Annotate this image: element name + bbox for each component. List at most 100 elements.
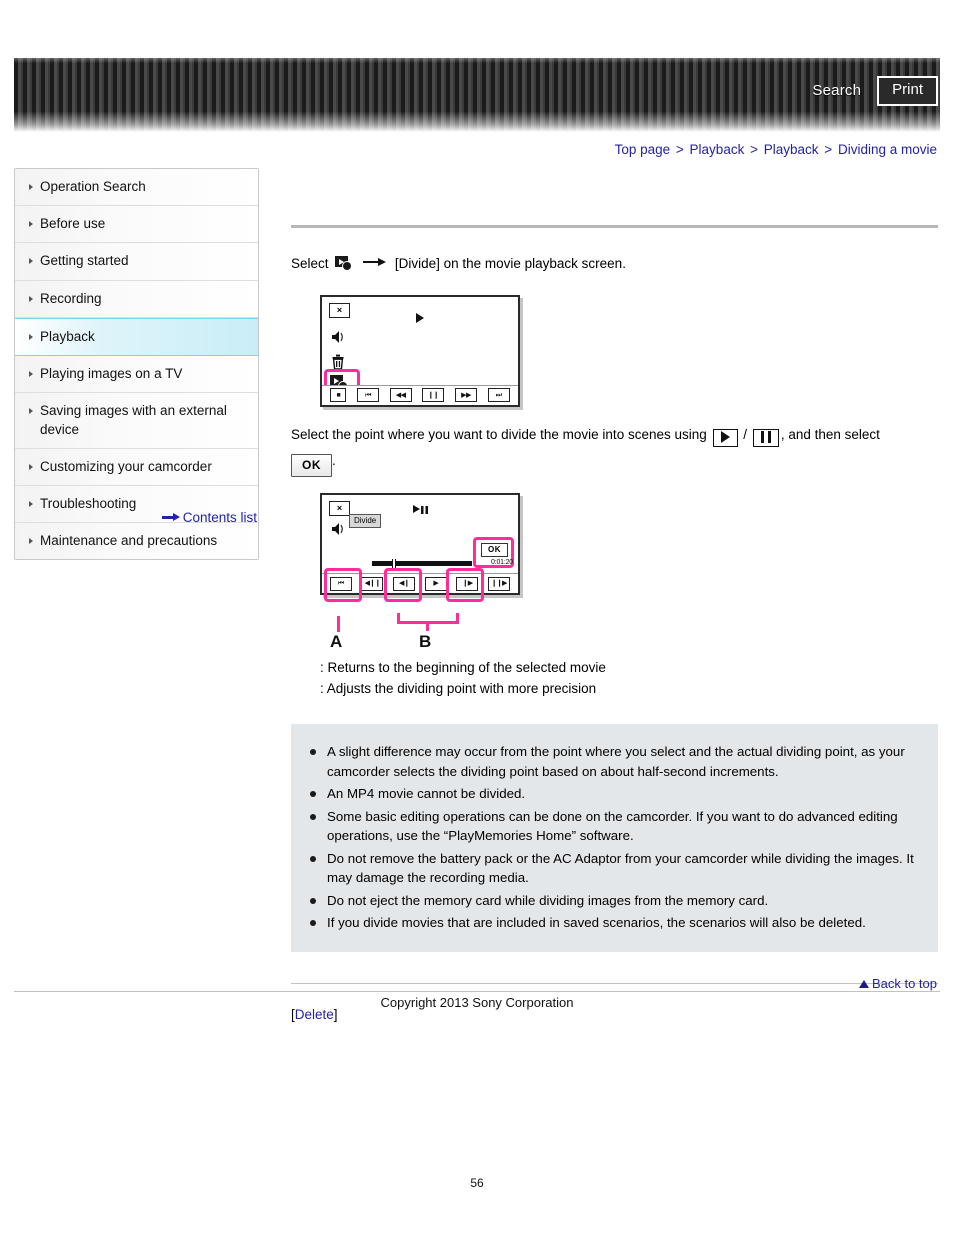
chevron-right-icon bbox=[29, 500, 33, 507]
callout-letter-a: A bbox=[330, 632, 343, 652]
sidebar-item-label: Before use bbox=[40, 216, 106, 232]
header-banner bbox=[14, 58, 940, 132]
divide-icon bbox=[335, 256, 353, 271]
arrow-right-icon bbox=[161, 513, 180, 521]
step-2-part-2: , and then select bbox=[780, 426, 880, 442]
play-button[interactable]: ▶ bbox=[424, 576, 447, 591]
chevron-right-icon bbox=[29, 371, 33, 378]
playback-control-bar-2: ⏮ ◀❙❙ ◀❙ ▶ ❙▶ ❙❙▶ bbox=[322, 573, 518, 594]
main-content: Select [Divide] on the movie playback sc… bbox=[291, 168, 938, 1022]
note-item: A slight difference may occur from the p… bbox=[309, 742, 916, 781]
breadcrumb-separator: > bbox=[675, 142, 684, 157]
chevron-right-icon bbox=[29, 538, 33, 545]
note-item: Do not eject the memory card while divid… bbox=[309, 891, 916, 911]
chevron-right-icon bbox=[29, 221, 33, 228]
pause-button[interactable]: ❙❙ bbox=[422, 388, 445, 403]
print-button[interactable]: Print bbox=[877, 76, 938, 106]
legend-item-b: : Adjusts the dividing point with more p… bbox=[320, 681, 597, 697]
triangle-up-icon bbox=[858, 980, 869, 988]
breadcrumb-item-playback-2[interactable]: Playback bbox=[764, 142, 819, 157]
note-item: Do not remove the battery pack or the AC… bbox=[309, 849, 916, 888]
sidebar-item-customizing-your-camcorder[interactable]: Customizing your camcorder bbox=[15, 448, 258, 486]
step-1-prefix: Select bbox=[291, 256, 329, 271]
chevron-right-icon bbox=[29, 295, 33, 302]
contents-list-label: Contents list bbox=[182, 510, 257, 525]
callout-leader-b-left-stub bbox=[397, 613, 400, 625]
divide-point-marker bbox=[392, 559, 396, 569]
pause-key-icon bbox=[752, 428, 779, 448]
breadcrumb-item-dividing-a-movie[interactable]: Dividing a movie bbox=[838, 142, 937, 157]
sidebar-item-label: Maintenance and precautions bbox=[40, 533, 218, 549]
sidebar-item-label: Operation Search bbox=[40, 179, 146, 194]
playback-control-bar-1: ■ ⏮ ◀◀ ❙❙ ▶▶ ⏭ bbox=[322, 384, 518, 405]
sidebar-item-operation-search[interactable]: Operation Search bbox=[15, 169, 258, 207]
sidebar-item-recording[interactable]: Recording bbox=[15, 280, 258, 318]
sidebar-navigation: Operation Search Before use Getting star… bbox=[14, 168, 259, 561]
sidebar-item-getting-started[interactable]: Getting started bbox=[15, 243, 258, 281]
step-back-large-button[interactable]: ◀❙❙ bbox=[361, 576, 384, 591]
content-top-divider bbox=[291, 225, 938, 228]
note-item: An MP4 movie cannot be divided. bbox=[309, 784, 916, 804]
step-2-instruction: Select the point where you want to divid… bbox=[291, 422, 938, 477]
trash-icon[interactable] bbox=[331, 354, 345, 370]
playback-timeline[interactable] bbox=[372, 559, 472, 569]
breadcrumb-separator: > bbox=[824, 142, 833, 157]
ok-button[interactable]: OK bbox=[481, 543, 508, 558]
chevron-right-icon bbox=[29, 463, 33, 470]
notes-box: A slight difference may occur from the p… bbox=[291, 724, 938, 952]
next-button[interactable]: ⏭ bbox=[487, 388, 510, 403]
step-forward-fine-button[interactable]: ❙▶ bbox=[456, 576, 479, 591]
breadcrumb-separator: > bbox=[750, 142, 758, 157]
play-key-icon bbox=[712, 428, 738, 448]
fast-forward-button[interactable]: ▶▶ bbox=[454, 388, 477, 403]
chevron-right-icon bbox=[29, 408, 33, 415]
breadcrumb-item-playback-1[interactable]: Playback bbox=[690, 142, 745, 157]
notes-list: A slight difference may occur from the p… bbox=[309, 742, 916, 933]
ok-key-icon: OK bbox=[291, 453, 332, 477]
sidebar-item-before-use[interactable]: Before use bbox=[15, 206, 258, 244]
sidebar-item-playing-images-on-a-tv[interactable]: Playing images on a TV bbox=[15, 356, 258, 394]
page-number: 56 bbox=[470, 1176, 484, 1190]
figure-legend: : Returns to the beginning of the select… bbox=[320, 658, 938, 700]
chevron-right-icon bbox=[29, 258, 33, 265]
volume-icon[interactable] bbox=[331, 330, 345, 344]
header-actions: Search Print bbox=[812, 76, 938, 106]
callout-leader-b-right-stub bbox=[456, 613, 459, 625]
sidebar-item-saving-images-external-device[interactable]: Saving images with an external device bbox=[15, 393, 258, 449]
step-1-instruction: Select [Divide] on the movie playback sc… bbox=[291, 254, 938, 275]
contents-list-link[interactable]: Contents list bbox=[161, 510, 257, 525]
figure-movie-playback-screen: × ■ ⏮ ◀◀ ❙❙ ▶▶ ⏭ bbox=[291, 294, 938, 407]
content-bottom-divider bbox=[291, 982, 938, 984]
rewind-button[interactable]: ◀◀ bbox=[389, 388, 412, 403]
note-item: Some basic editing operations can be don… bbox=[309, 807, 916, 846]
volume-icon[interactable] bbox=[331, 522, 345, 536]
note-item: If you divide movies that are included i… bbox=[309, 913, 916, 933]
sidebar-item-label: Playback bbox=[40, 328, 95, 344]
sidebar-item-label: Recording bbox=[40, 290, 102, 306]
lcd-screen-2: × Divide OK 0:01:20 ⏮ ◀❙❙ ◀❙ ▶ ❙▶ ❙❙▶ bbox=[320, 493, 520, 603]
figure-divide-point-screen: × Divide OK 0:01:20 ⏮ ◀❙❙ ◀❙ ▶ ❙▶ ❙❙▶ A … bbox=[291, 493, 938, 651]
callout-leader-a bbox=[337, 616, 340, 633]
footer-divider bbox=[14, 991, 940, 992]
breadcrumb-item-top-page[interactable]: Top page bbox=[615, 142, 671, 157]
beginning-button[interactable]: ⏮ bbox=[329, 576, 352, 591]
step-forward-large-button[interactable]: ❙❙▶ bbox=[488, 576, 511, 591]
divide-mode-label: Divide bbox=[349, 514, 382, 528]
chevron-right-icon bbox=[29, 184, 33, 190]
contents-list-link-wrapper: Contents list bbox=[14, 510, 257, 525]
sidebar-item-label: Getting started bbox=[40, 253, 129, 269]
step-2-part-1: Select the point where you want to divid… bbox=[291, 426, 707, 442]
back-to-top-link[interactable]: Back to top bbox=[858, 976, 937, 991]
sidebar-item-maintenance-and-precautions[interactable]: Maintenance and precautions bbox=[15, 523, 258, 560]
previous-button[interactable]: ⏮ bbox=[356, 388, 379, 403]
breadcrumb: Top page > Playback > Playback > Dividin… bbox=[615, 142, 937, 157]
callout-leader-b-drop bbox=[426, 621, 429, 632]
timecode-label: 0:01:20 bbox=[491, 559, 513, 567]
step-1-suffix: [Divide] on the movie playback screen. bbox=[394, 256, 626, 271]
step-2-trailing: . bbox=[332, 452, 336, 468]
search-link[interactable]: Search bbox=[812, 82, 861, 99]
lcd-screen-1: × ■ ⏮ ◀◀ ❙❙ ▶▶ ⏭ bbox=[320, 294, 520, 407]
step-back-fine-button[interactable]: ◀❙ bbox=[393, 576, 416, 591]
stop-button[interactable]: ■ bbox=[330, 388, 347, 403]
sidebar-item-playback[interactable]: Playback bbox=[15, 317, 258, 357]
